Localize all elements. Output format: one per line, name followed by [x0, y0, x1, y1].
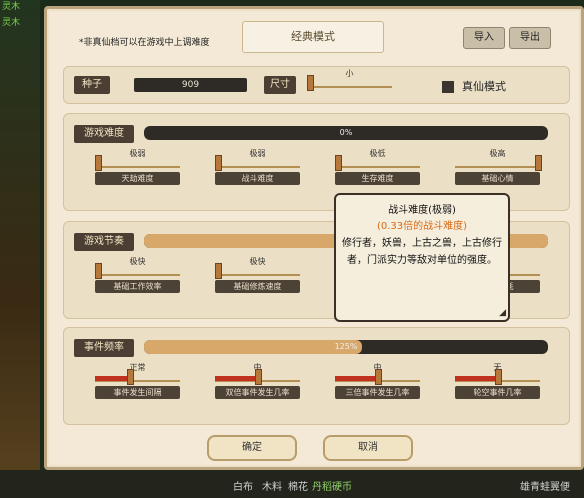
- slider-knob[interactable]: [215, 155, 222, 171]
- mode-title[interactable]: 经典模式: [242, 21, 384, 53]
- slider-label: 天劫难度: [95, 172, 180, 185]
- slider-knob[interactable]: [215, 263, 222, 279]
- seed-input[interactable]: 909: [134, 78, 247, 92]
- bg-item: 雄青蛙翼便: [520, 482, 570, 493]
- tooltip-title: 战斗难度(极弱): [388, 205, 456, 216]
- progress-percent: 125%: [334, 342, 358, 351]
- export-button[interactable]: 导出: [509, 27, 551, 49]
- slider-label: 战斗难度: [215, 172, 300, 185]
- slider-track: [95, 268, 180, 276]
- section-3: 事件频率 125% 正常 事件发生间隔中双倍事件发生几率中三倍事件发生几率无轮空事件几…: [63, 327, 570, 425]
- slider-fill: [215, 376, 258, 381]
- background-bottom-bar: 白布 木料 棉花 丹稻硬币 雄青蛙翼便: [0, 470, 584, 498]
- slider-level: 正常: [129, 363, 146, 372]
- slider-level: 极低: [369, 149, 386, 158]
- slider-label: 基础心情: [455, 172, 540, 185]
- slider-knob[interactable]: [127, 369, 134, 385]
- slider-knob[interactable]: [95, 263, 102, 279]
- overall-progress-bar: 0%: [144, 126, 548, 140]
- tooltip-multiplier: (0.33倍的战斗难度): [376, 221, 468, 232]
- slider-level: 极高: [489, 149, 506, 158]
- slider-label: 生存难度: [335, 172, 420, 185]
- slider-fill: [455, 376, 498, 381]
- slider-label: 基础修炼速度: [215, 280, 300, 293]
- slider-knob[interactable]: [307, 75, 314, 91]
- slider-label: 双倍事件发生几率: [215, 386, 300, 399]
- true-immortal-checkbox[interactable]: [442, 81, 454, 93]
- confirm-button[interactable]: 确定: [207, 435, 297, 461]
- bg-item: 棉花: [288, 482, 308, 493]
- slider-knob[interactable]: [535, 155, 542, 171]
- slider-track: [307, 80, 392, 88]
- tooltip: 战斗难度(极弱) (0.33倍的战斗难度) 修行者，妖兽，上古之兽，上古修行者，…: [334, 193, 510, 322]
- size-label: 尺寸: [264, 76, 296, 94]
- bg-item: 木料: [262, 482, 282, 493]
- slider-track: [215, 268, 300, 276]
- slider-level: 极快: [129, 257, 146, 266]
- true-immortal-label: 真仙模式: [462, 80, 506, 93]
- difficulty-note: *非真仙档可以在游戏中上调难度: [79, 38, 210, 48]
- progress-percent: 0%: [339, 128, 353, 137]
- slider-knob[interactable]: [495, 369, 502, 385]
- slider-knob[interactable]: [255, 369, 262, 385]
- section-title: 游戏节奏: [74, 233, 134, 251]
- background-left-strip: 灵木 灵木: [0, 0, 40, 498]
- seed-row: 种子 909 尺寸 小 真仙模式: [63, 66, 570, 104]
- slider-level: 极弱: [129, 149, 146, 158]
- settings-dialog: *非真仙档可以在游戏中上调难度 经典模式 导入 导出 种子 909 尺寸 小 真…: [44, 6, 584, 470]
- bg-item: 丹稻硬币: [312, 482, 352, 493]
- overall-progress-bar: 125%: [144, 340, 548, 354]
- seed-label: 种子: [74, 76, 110, 94]
- size-value: 小: [345, 69, 354, 78]
- bg-label: 灵木: [2, 2, 21, 12]
- import-button[interactable]: 导入: [463, 27, 505, 49]
- slider-track: [215, 160, 300, 168]
- slider-knob[interactable]: [95, 155, 102, 171]
- slider-knob[interactable]: [375, 369, 382, 385]
- section-title: 事件频率: [74, 339, 134, 357]
- resize-corner-icon: ◢: [499, 308, 506, 318]
- tooltip-description: 修行者，妖兽，上古之兽，上古修行者，门派实力等敌对单位的强度。: [342, 238, 502, 266]
- slider-fill: [335, 376, 378, 381]
- slider-level: 极快: [249, 257, 266, 266]
- bg-label: 灵木: [2, 18, 21, 28]
- slider-track: [455, 160, 540, 168]
- cancel-button[interactable]: 取消: [323, 435, 413, 461]
- bg-item: 白布: [233, 482, 253, 493]
- slider-label: 三倍事件发生几率: [335, 386, 420, 399]
- slider-level: 极弱: [249, 149, 266, 158]
- slider-label: 轮空事件几率: [455, 386, 540, 399]
- section-title: 游戏难度: [74, 125, 134, 143]
- slider-label: 基础工作效率: [95, 280, 180, 293]
- slider-track: [335, 160, 420, 168]
- slider-knob[interactable]: [335, 155, 342, 171]
- slider-track: [95, 160, 180, 168]
- slider-fill: [95, 376, 129, 381]
- slider-label: 事件发生间隔: [95, 386, 180, 399]
